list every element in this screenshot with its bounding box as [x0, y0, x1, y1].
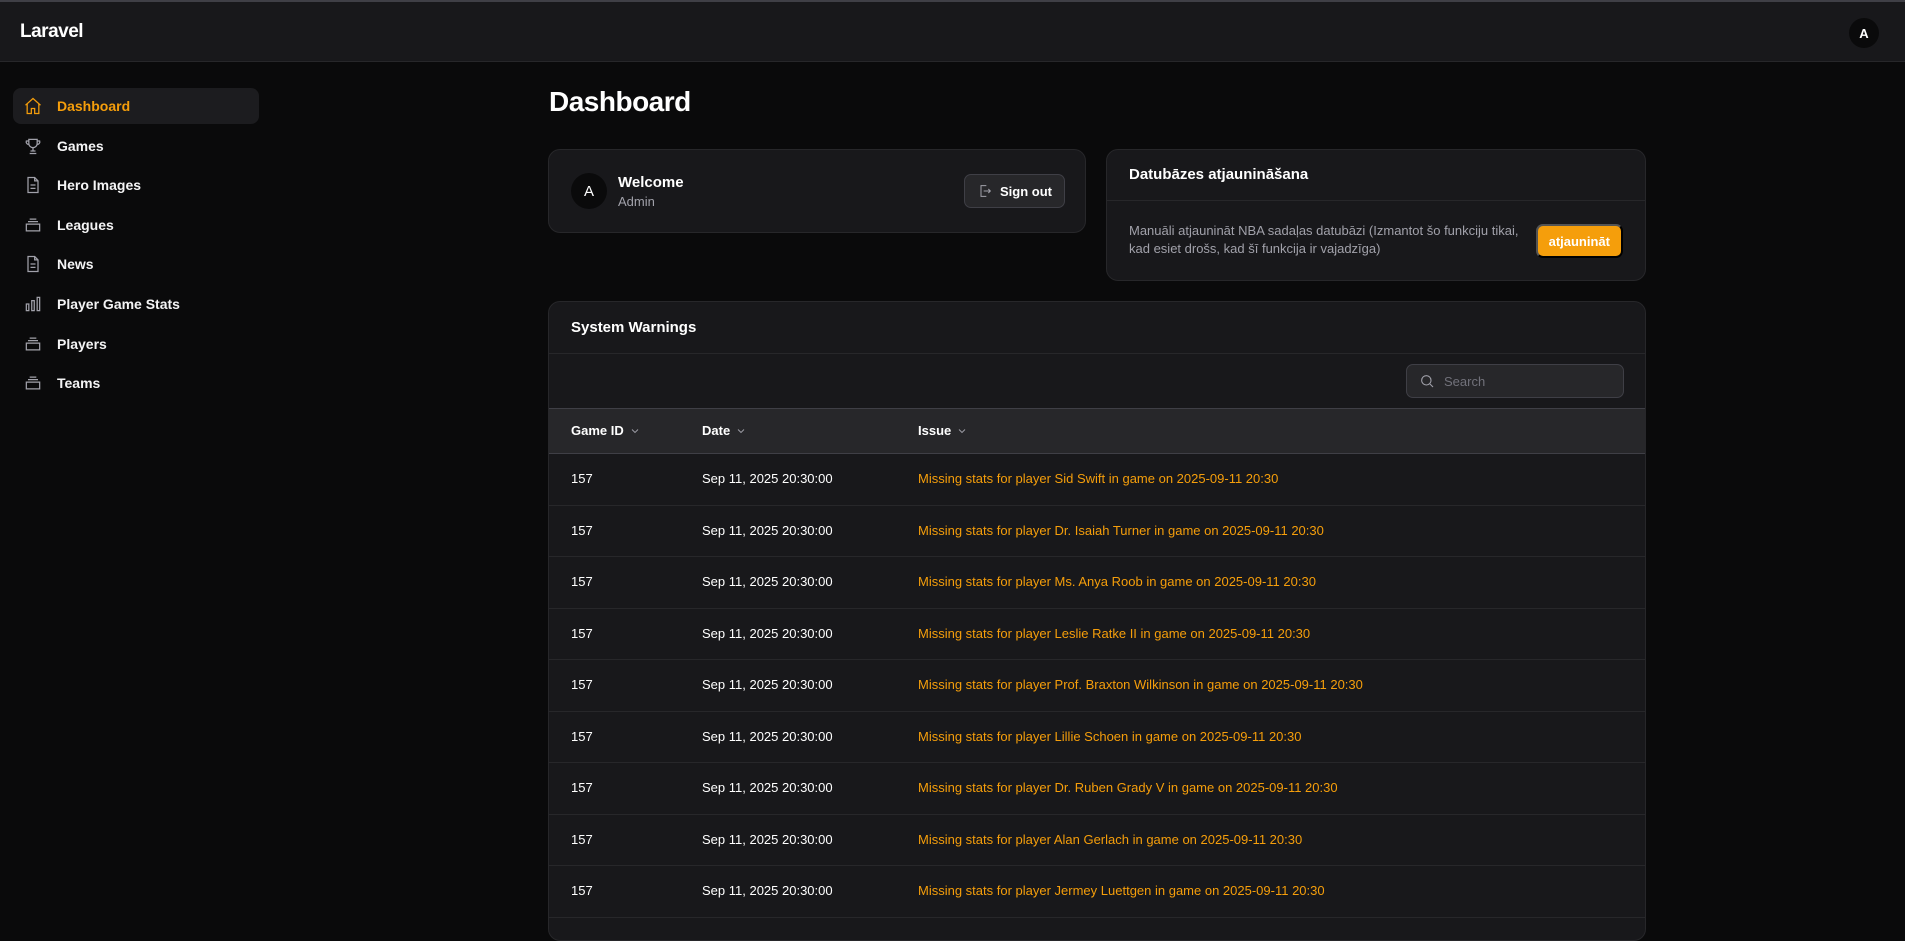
date-cell: Sep 11, 2025 20:30:00 — [702, 625, 833, 641]
issue-cell: Missing stats for player Prof. Braxton W… — [918, 677, 1363, 692]
column-header-label: Date — [702, 423, 731, 438]
issue-cell: Missing stats for player Sid Swift in ga… — [918, 471, 1279, 486]
issue-cell: Missing stats for player Leslie Ratke II… — [918, 625, 1311, 641]
sidebar-item-label: Hero Images — [57, 177, 142, 194]
game-id-cell: 157 — [571, 728, 593, 744]
sidebar-item-players[interactable]: Players — [13, 326, 259, 362]
sidebar-item-news[interactable]: News — [13, 246, 259, 282]
column-header-game-id[interactable]: Game ID — [571, 423, 641, 438]
sidebar-item-player-game-stats[interactable]: Player Game Stats — [13, 286, 259, 322]
welcome-subtitle: Admin — [618, 194, 655, 209]
document-icon — [22, 174, 44, 196]
system-warnings-title: System Warnings — [549, 302, 1645, 354]
column-header-label: Issue — [918, 423, 952, 438]
table-row[interactable]: 157 Sep 11, 2025 20:30:00 Missing stats … — [549, 815, 1645, 866]
game-id-cell: 157 — [571, 522, 593, 538]
welcome-title: Welcome — [618, 174, 684, 191]
sign-out-button[interactable]: Sign out — [964, 174, 1065, 208]
game-id-cell: 157 — [571, 831, 593, 847]
date-cell: Sep 11, 2025 20:30:00 — [702, 883, 833, 898]
update-database-button[interactable]: atjaunināt — [1535, 224, 1623, 258]
date-cell: Sep 11, 2025 20:30:00 — [702, 574, 833, 589]
chevron-down-icon — [958, 428, 966, 433]
welcome-card: A Welcome Admin Sign out — [548, 149, 1086, 233]
date-cell: Sep 11, 2025 20:30:00 — [702, 831, 833, 847]
sidebar-item-leagues[interactable]: Leagues — [13, 207, 259, 243]
table-row[interactable]: 157 Sep 11, 2025 20:30:00 Missing stats … — [549, 866, 1645, 918]
top-bar: Laravel A — [0, 0, 1905, 62]
table-header: Game ID Date Issue — [549, 408, 1645, 454]
table-row[interactable]: 157 Sep 11, 2025 20:30:00 Missing stats … — [549, 763, 1645, 815]
date-cell: Sep 11, 2025 20:30:00 — [702, 728, 833, 744]
date-cell: Sep 11, 2025 20:30:00 — [702, 677, 833, 692]
table-row[interactable]: 157 Sep 11, 2025 20:30:00 Missing stats … — [549, 712, 1645, 763]
brand-logo[interactable]: Laravel — [20, 21, 84, 43]
sidebar-item-teams[interactable]: Teams — [13, 365, 259, 401]
game-id-cell: 157 — [571, 677, 593, 692]
issue-cell: Missing stats for player Lillie Schoen i… — [918, 728, 1302, 744]
sidebar-item-label: Games — [57, 137, 104, 154]
sidebar-item-label: Player Game Stats — [57, 295, 180, 312]
warnings-table-body: 157 Sep 11, 2025 20:30:00 Missing stats … — [549, 454, 1645, 918]
game-id-cell: 157 — [571, 574, 593, 589]
issue-cell: Missing stats for player Ms. Anya Roob i… — [918, 574, 1316, 589]
chevron-down-icon — [737, 428, 745, 433]
sidebar-item-label: Dashboard — [57, 98, 131, 114]
issue-cell: Missing stats for player Dr. Ruben Grady… — [918, 780, 1338, 795]
issue-cell: Missing stats for player Alan Gerlach in… — [918, 831, 1303, 847]
database-update-card: Datubāzes atjaunināšana Manuāli atjaunin… — [1106, 149, 1646, 281]
search-icon — [1421, 375, 1434, 388]
issue-cell: Missing stats for player Dr. Isaiah Turn… — [918, 522, 1324, 538]
chevron-down-icon — [631, 428, 639, 433]
document-icon — [22, 253, 44, 275]
column-header-date[interactable]: Date — [702, 423, 747, 438]
game-id-cell: 157 — [571, 625, 593, 641]
table-row[interactable]: 157 Sep 11, 2025 20:30:00 Missing stats … — [549, 506, 1645, 557]
sidebar-item-label: Players — [57, 335, 107, 352]
sidebar-item-hero-images[interactable]: Hero Images — [13, 167, 259, 203]
sign-out-label: Sign out — [1000, 183, 1052, 199]
page-title: Dashboard — [549, 86, 691, 117]
table-row[interactable]: 157 Sep 11, 2025 20:30:00 Missing stats … — [549, 454, 1645, 506]
column-header-label: Game ID — [571, 423, 624, 438]
date-cell: Sep 11, 2025 20:30:00 — [702, 522, 833, 538]
sidebar-nav: Dashboard Games Hero Images Leagues News… — [13, 88, 259, 405]
inbox-stack-icon — [22, 333, 44, 355]
database-update-title: Datubāzes atjaunināšana — [1107, 150, 1645, 201]
table-row[interactable]: 157 Sep 11, 2025 20:30:00 Missing stats … — [549, 557, 1645, 609]
sidebar-item-games[interactable]: Games — [13, 128, 259, 164]
sidebar-item-label: Teams — [57, 375, 101, 392]
date-cell: Sep 11, 2025 20:30:00 — [702, 780, 833, 795]
inbox-stack-icon — [22, 372, 44, 394]
user-avatar[interactable]: A — [1849, 18, 1879, 48]
bar-chart-icon — [22, 293, 44, 315]
search-input[interactable] — [1444, 373, 1594, 389]
system-warnings-card: System Warnings Game ID Date Issue 157 S… — [548, 301, 1646, 941]
sidebar-item-dashboard[interactable]: Dashboard — [13, 88, 259, 124]
game-id-cell: 157 — [571, 471, 593, 486]
sidebar-item-label: Leagues — [57, 216, 114, 233]
date-cell: Sep 11, 2025 20:30:00 — [702, 471, 833, 486]
avatar: A — [571, 173, 607, 209]
search-field[interactable] — [1406, 364, 1624, 398]
sign-out-icon — [980, 185, 992, 197]
issue-cell: Missing stats for player Jermey Luettgen… — [918, 883, 1325, 898]
game-id-cell: 157 — [571, 883, 593, 898]
inbox-stack-icon — [22, 214, 44, 236]
table-row[interactable]: 157 Sep 11, 2025 20:30:00 Missing stats … — [549, 660, 1645, 712]
database-update-description: Manuāli atjaunināt NBA sadaļas datubāzi … — [1129, 223, 1519, 256]
column-header-issue[interactable]: Issue — [918, 423, 968, 438]
trophy-icon — [22, 135, 44, 157]
game-id-cell: 157 — [571, 780, 593, 795]
table-row[interactable]: 157 Sep 11, 2025 20:30:00 Missing stats … — [549, 609, 1645, 660]
home-icon — [22, 95, 44, 117]
sidebar-item-label: News — [57, 256, 94, 273]
